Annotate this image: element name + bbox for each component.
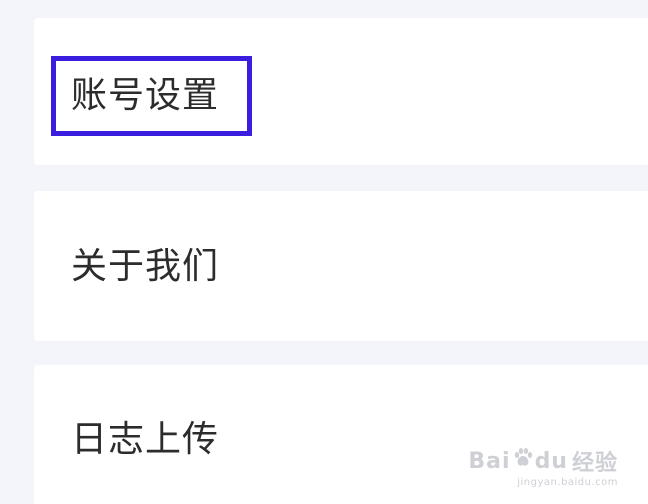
watermark-logo-text-left: Bai — [468, 448, 511, 474]
menu-item-about-us[interactable]: 关于我们 — [34, 191, 648, 341]
paw-icon — [512, 447, 534, 475]
menu-item-account-settings[interactable]: 账号设置 — [34, 18, 648, 165]
menu-item-label: 关于我们 — [71, 246, 220, 287]
watermark-logo: Bai du 经验 — [468, 445, 618, 477]
watermark-logo-text-right: du — [534, 448, 568, 474]
menu-item-label: 账号设置 — [71, 75, 220, 116]
menu-item-label: 日志上传 — [71, 419, 220, 460]
watermark-logo-suffix: 经验 — [571, 451, 618, 476]
settings-screen: 账号设置 关于我们 日志上传 Bai du 经验 jingyan.baidu.c… — [0, 0, 648, 504]
watermark-url: jingyan.baidu.com — [517, 477, 618, 488]
baidu-jingyan-watermark: Bai du 经验 jingyan.baidu.com — [468, 445, 618, 488]
